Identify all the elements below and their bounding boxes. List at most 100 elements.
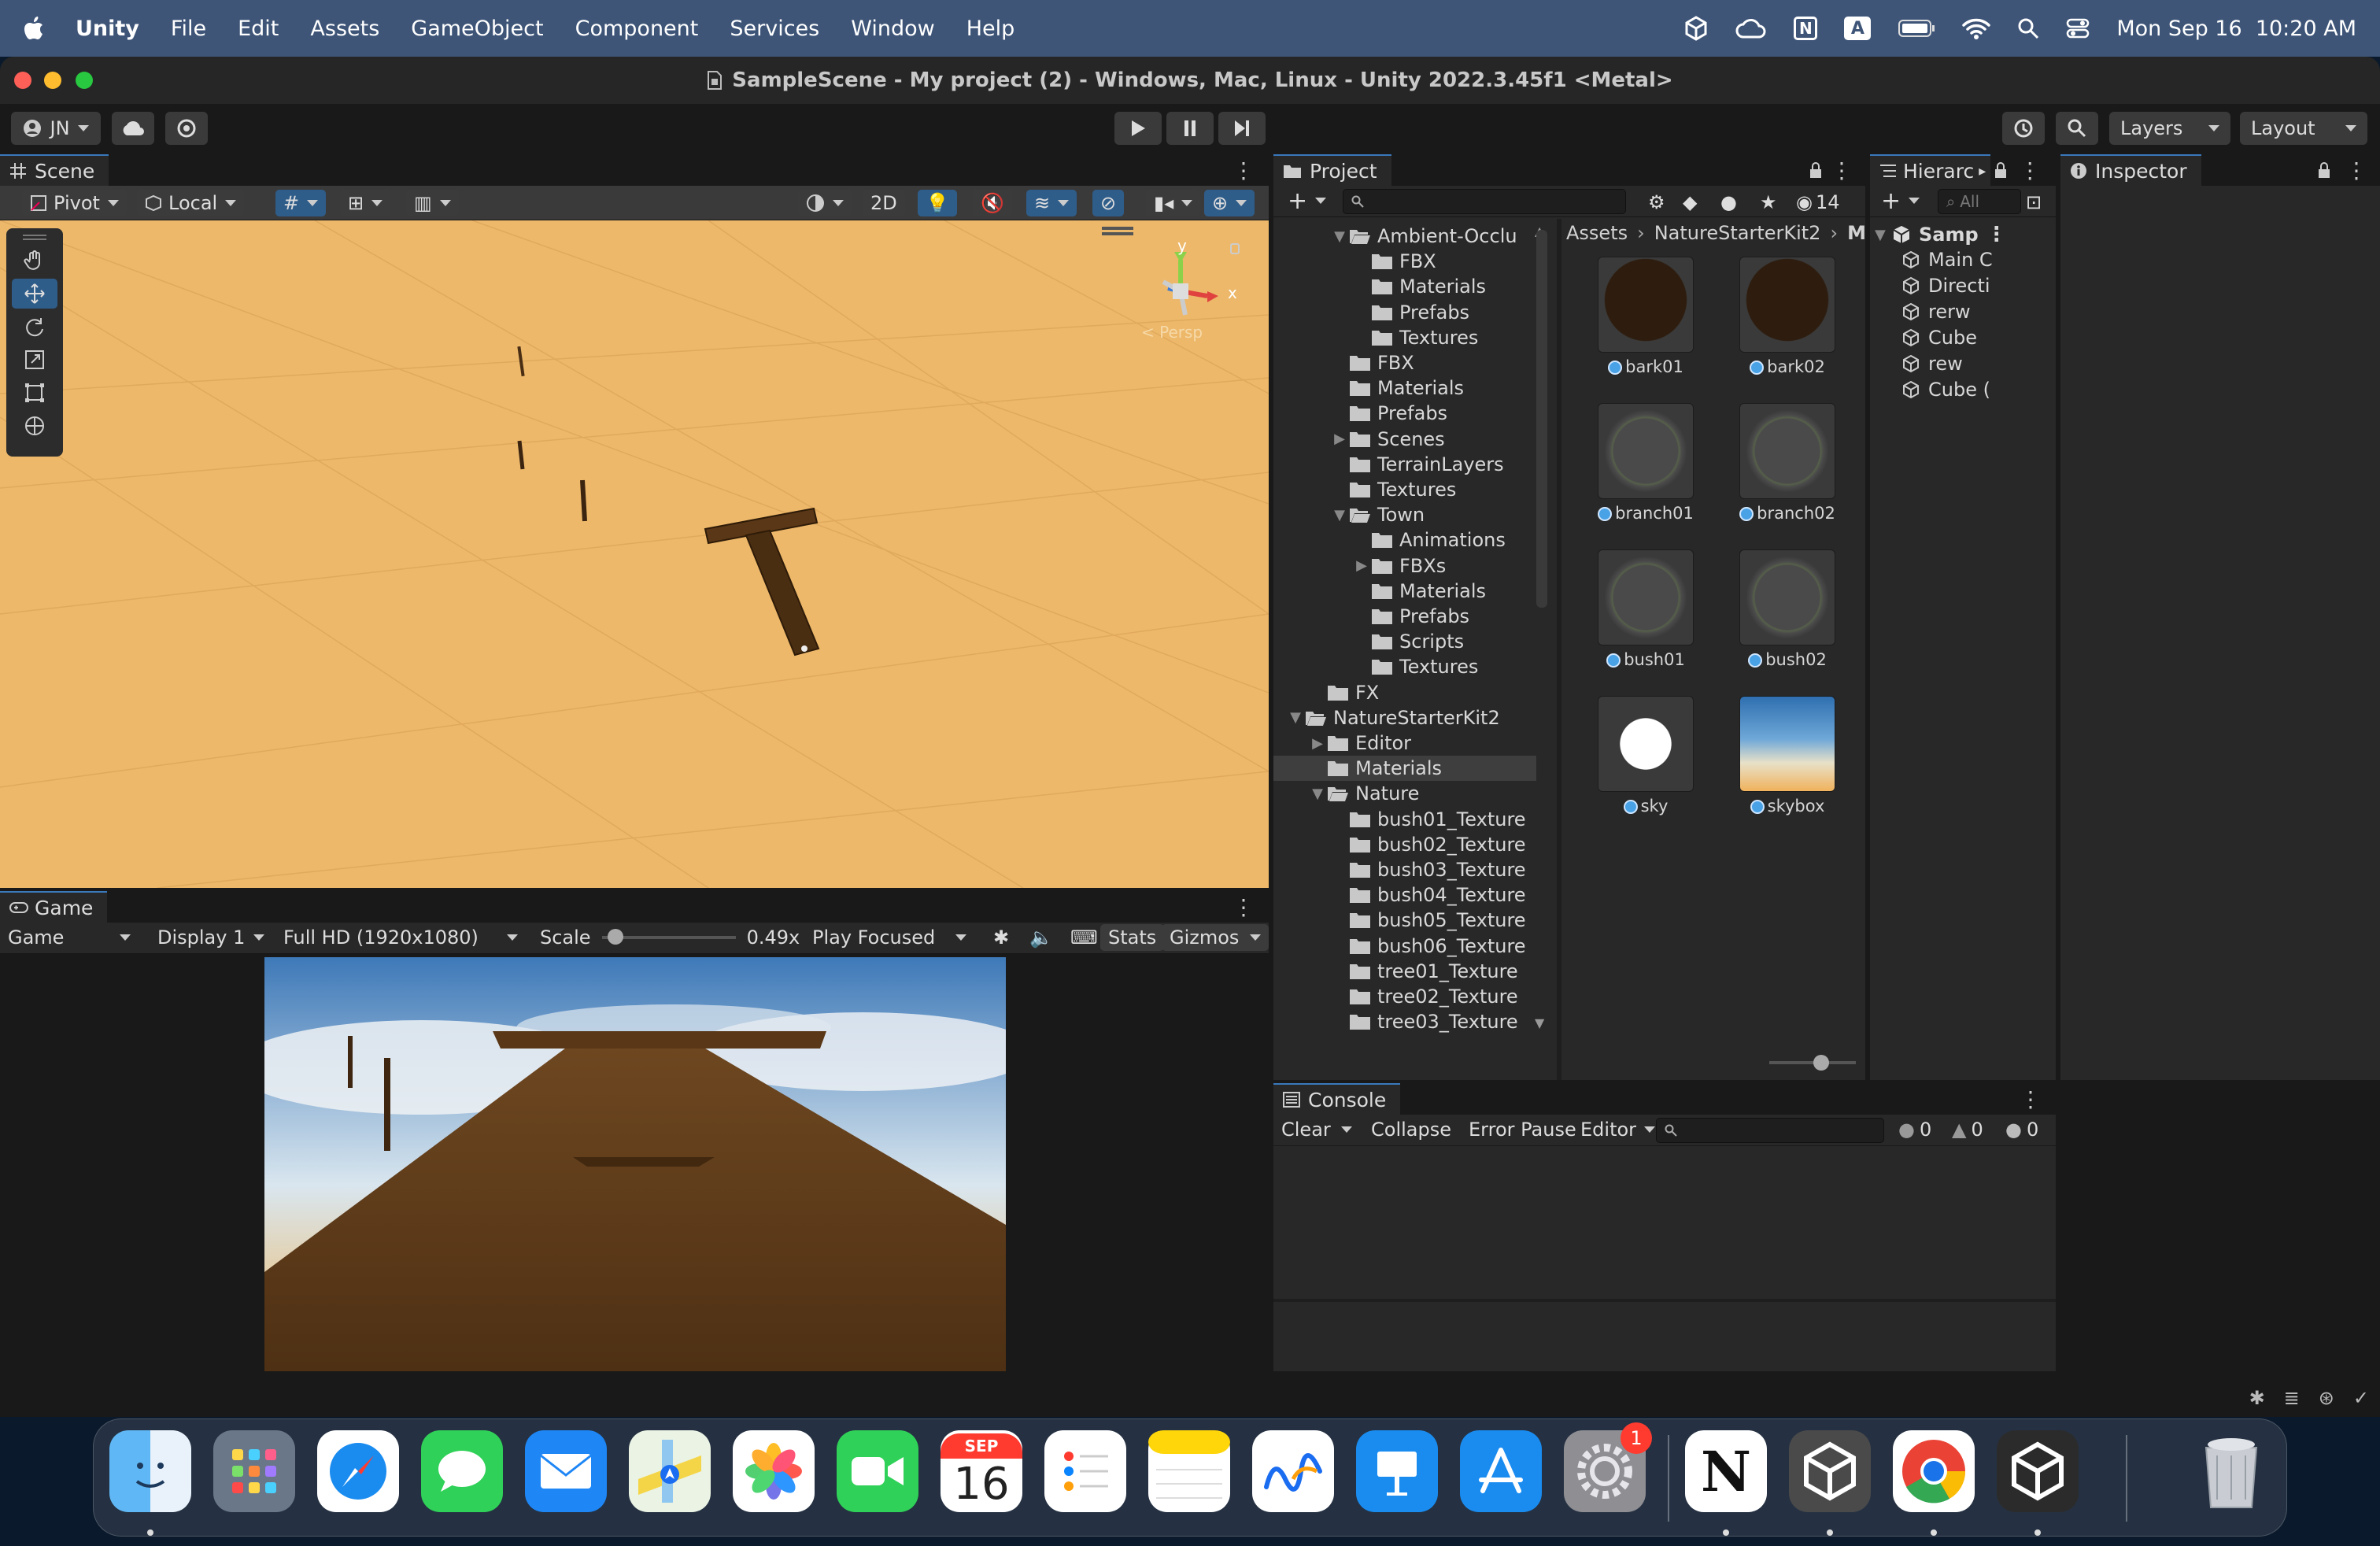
console-detail-area[interactable] <box>1273 1302 2056 1371</box>
input-source-icon[interactable]: A <box>1844 17 1872 40</box>
project-lock-icon[interactable] <box>1809 161 1823 179</box>
hierarchy-gameobject[interactable]: Cube ( <box>1901 377 1990 402</box>
reminders-icon[interactable] <box>1044 1430 1126 1512</box>
app-store-icon[interactable] <box>1460 1430 1542 1512</box>
asset-tile[interactable]: sky <box>1587 696 1705 816</box>
notion-icon[interactable]: N <box>1685 1430 1767 1512</box>
progress-done-icon[interactable]: ✓ <box>2353 1387 2369 1409</box>
tree-folder-item[interactable]: ▼ Town <box>1330 502 1425 527</box>
notes-icon[interactable] <box>1148 1430 1230 1512</box>
photos-icon[interactable] <box>733 1430 815 1512</box>
tree-folder-item[interactable]: ▶ Scenes <box>1330 427 1445 452</box>
notion-status-icon[interactable]: N <box>1794 17 1818 40</box>
effects-dropdown[interactable]: ≋ <box>1026 190 1077 216</box>
collapse-toggle[interactable]: Collapse <box>1363 1116 1459 1143</box>
zoom-window-button[interactable] <box>76 72 93 89</box>
services-button[interactable] <box>165 112 208 145</box>
close-window-button[interactable] <box>14 72 31 89</box>
warning-messages-toggle[interactable]: ▲ 0 <box>1947 1116 1988 1143</box>
launchpad-icon[interactable] <box>213 1430 295 1512</box>
mail-icon[interactable] <box>525 1430 607 1512</box>
tree-folder-item[interactable]: Materials <box>1273 756 1536 782</box>
inspector-lock-icon[interactable] <box>2317 161 2331 179</box>
scene-more-icon[interactable]: ⋮ <box>1986 223 2007 246</box>
grid-snap-toggle[interactable]: # <box>275 190 327 216</box>
tree-folder-item[interactable]: bush04_Texture <box>1330 882 1526 908</box>
apple-icon[interactable] <box>24 17 44 40</box>
clear-options-dropdown[interactable] <box>1336 1116 1357 1143</box>
auto-generate-lighting-icon[interactable]: ⊛ <box>2319 1387 2334 1409</box>
tree-folder-item[interactable]: TerrainLayers <box>1330 452 1504 477</box>
breadcrumb-naturestarterkit2[interactable]: NatureStarterKit2 <box>1654 222 1821 244</box>
hierarchy-gameobject[interactable]: Main C <box>1901 247 1993 272</box>
asset-tile[interactable]: bark01 <box>1587 257 1705 376</box>
asset-tile[interactable]: skybox <box>1728 696 1846 816</box>
hierarchy-gameobject[interactable]: Directi <box>1901 273 1990 298</box>
keyboard-shortcuts-button[interactable]: ⌨ <box>1062 924 1106 951</box>
tree-folder-item[interactable]: Textures <box>1352 325 1478 350</box>
tree-folder-item[interactable]: ▼ NatureStarterKit2 <box>1286 705 1500 730</box>
scale-slider-thumb[interactable] <box>608 929 624 945</box>
wifi-icon[interactable] <box>1962 17 1991 39</box>
tree-folder-item[interactable]: tree02_Texture <box>1330 984 1518 1009</box>
move-tool[interactable] <box>12 279 57 309</box>
audio-toggle[interactable]: 🔇 <box>973 190 1012 216</box>
tree-folder-item[interactable]: Textures <box>1352 654 1478 679</box>
hierarchy-gameobject[interactable]: rerw <box>1901 299 1971 324</box>
tree-folder-item[interactable]: tree01_Texture <box>1330 959 1518 984</box>
asset-size-thumb[interactable] <box>1813 1055 1829 1071</box>
project-search-input[interactable] <box>1343 189 1626 214</box>
menubar-clock[interactable]: Mon Sep 16 10:20 AM <box>2116 17 2356 41</box>
tree-folder-item[interactable]: ▶ FBXs <box>1352 553 1446 579</box>
hierarchy-create-button[interactable]: + <box>1873 187 1927 215</box>
draw-mode-dropdown[interactable] <box>798 190 852 216</box>
display-dropdown[interactable]: Display 1 <box>150 924 272 951</box>
hidden-packages-toggle[interactable]: ◉ 14 <box>1791 189 1845 216</box>
expanded-arrow-icon[interactable]: ▼ <box>1286 709 1305 726</box>
hierarchy-search-input[interactable]: ⌕ All <box>1938 189 2021 214</box>
project-create-button[interactable]: + <box>1280 187 1334 215</box>
resolution-dropdown[interactable]: Full HD (1920x1080) <box>275 924 526 951</box>
cache-server-icon[interactable]: ≣ <box>2284 1387 2300 1409</box>
tree-folder-item[interactable]: ▶ Editor <box>1308 730 1411 756</box>
tree-folder-item[interactable]: FBX <box>1330 350 1414 375</box>
expanded-arrow-icon[interactable]: ▼ <box>1330 507 1349 523</box>
scale-slider[interactable] <box>601 929 736 945</box>
hierarchy-scene-visibility[interactable]: ⊡ <box>2023 189 2045 216</box>
tree-folder-item[interactable]: Prefabs <box>1352 604 1469 629</box>
scene-more-icon[interactable]: ⋮ <box>1232 157 1255 183</box>
hierarchy-more-icon[interactable]: ⋮ <box>2019 157 2041 183</box>
menu-component[interactable]: Component <box>575 17 699 41</box>
game-view-dropdown[interactable]: Game <box>0 924 139 951</box>
game-viewport[interactable] <box>264 957 1006 1371</box>
asset-tile[interactable]: bark02 <box>1728 257 1846 376</box>
hierarchy-scene-root[interactable]: ▼ Samp ⋮ <box>1875 222 2007 247</box>
tab-project[interactable]: Project <box>1273 154 1391 186</box>
play-button[interactable] <box>1114 112 1162 145</box>
cloud-button[interactable] <box>112 112 154 145</box>
step-button[interactable] <box>1218 112 1266 145</box>
pivot-dropdown[interactable]: Pivot <box>22 190 127 216</box>
toggle-2d-button[interactable]: 2D <box>863 190 905 216</box>
scale-tool[interactable] <box>12 345 57 375</box>
menu-help[interactable]: Help <box>966 17 1015 41</box>
tab-scene[interactable]: Scene <box>0 154 109 186</box>
console-log-list[interactable] <box>1273 1148 2056 1297</box>
freeform-icon[interactable] <box>1252 1430 1334 1512</box>
hidden-objects-toggle[interactable]: ⊘ <box>1092 190 1125 216</box>
tree-folder-item[interactable]: FX <box>1308 680 1379 705</box>
layers-dropdown[interactable]: Layers <box>2109 112 2230 145</box>
menu-gameobject[interactable]: GameObject <box>411 17 543 41</box>
finder-icon[interactable] <box>109 1430 191 1512</box>
collapsed-arrow-icon[interactable]: ▶ <box>1308 735 1327 752</box>
overlay-menu-handle[interactable] <box>1102 227 1133 230</box>
hierarchy-lock-icon[interactable] <box>1994 161 2008 179</box>
expanded-arrow-icon[interactable]: ▼ <box>1308 786 1327 802</box>
menu-services[interactable]: Services <box>730 17 819 41</box>
tree-folder-item[interactable]: Prefabs <box>1330 401 1447 426</box>
transform-tool[interactable] <box>12 411 57 441</box>
perspective-label[interactable]: < Persp <box>1141 323 1203 342</box>
stats-button[interactable]: Stats <box>1100 924 1165 951</box>
tree-folder-item[interactable]: Materials <box>1352 579 1486 604</box>
tree-folder-item[interactable]: ▼ Nature <box>1308 781 1419 806</box>
